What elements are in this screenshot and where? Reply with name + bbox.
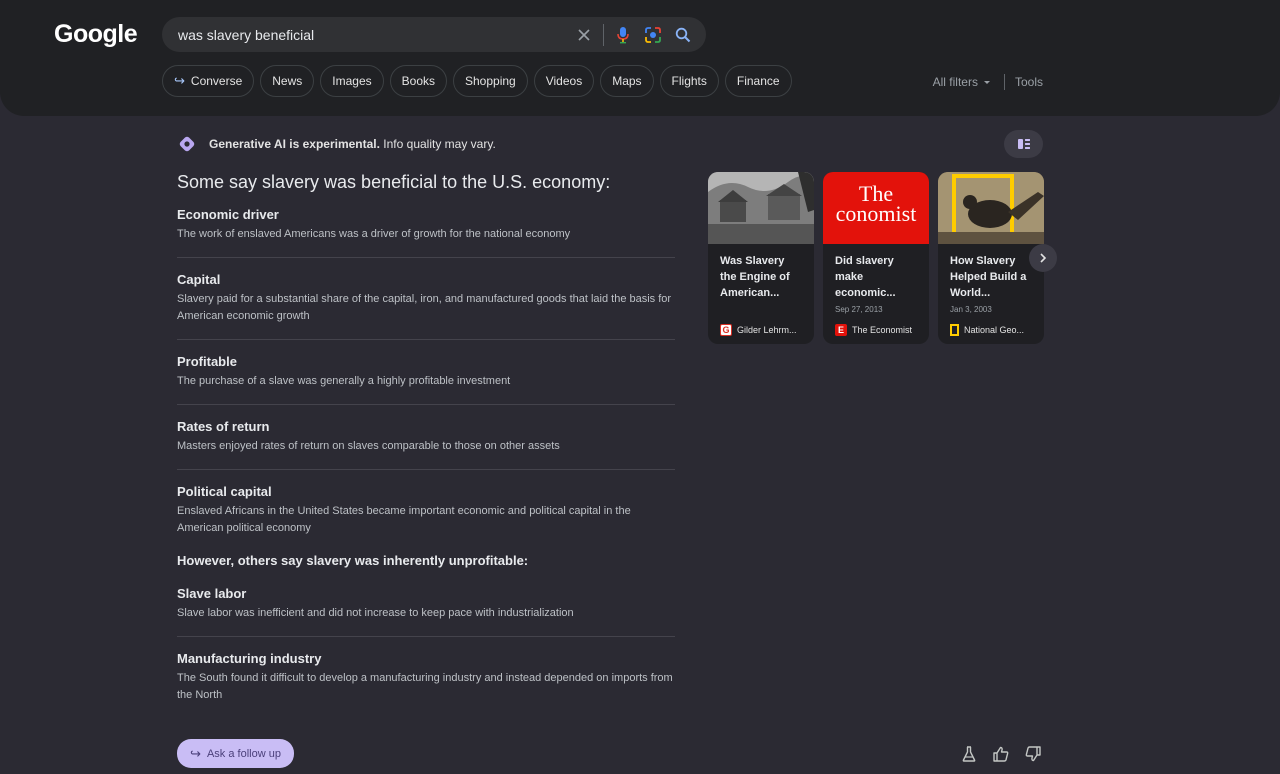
list-item: Manufacturing industry The South found i…: [177, 651, 675, 714]
search-icon[interactable]: [668, 17, 698, 52]
card-source: G Gilder Lehrm...: [720, 324, 797, 336]
card-thumbnail: The conomist: [823, 172, 929, 244]
economist-masthead: The conomist: [835, 181, 917, 226]
converse-arrow-icon: ↪: [174, 73, 185, 88]
tab-label: Converse: [190, 74, 243, 88]
feedback-icons: [960, 745, 1042, 763]
header: Google was slavery beneficial ↪ Converse…: [0, 0, 1280, 116]
point-text: Masters enjoyed rates of return on slave…: [177, 440, 560, 452]
card-source: E The Economist: [835, 324, 912, 336]
card-source-name: National Geo...: [964, 325, 1025, 335]
list-item: Rates of return Masters enjoyed rates of…: [177, 419, 675, 470]
layout-toggle-button[interactable]: [1004, 130, 1043, 158]
counter-heading: However, others say slavery was inherent…: [177, 553, 529, 568]
cards-next-button[interactable]: [1029, 244, 1057, 272]
card-source: National Geo...: [950, 324, 1024, 336]
search-bar[interactable]: [162, 17, 706, 52]
tab-images[interactable]: Images: [320, 65, 384, 97]
tab-converse[interactable]: ↪ Converse: [162, 65, 255, 97]
card-thumbnail: [708, 172, 814, 244]
point-title: Manufacturing industry: [177, 651, 322, 666]
tools-area: All filters Tools: [933, 74, 1043, 90]
ask-follow-up-button[interactable]: ↪ Ask a follow up: [177, 739, 294, 768]
gemini-sparkle-icon: [179, 136, 195, 152]
card-date: [708, 302, 814, 317]
gilder-lehrman-logo-icon: G: [720, 324, 732, 336]
point-text: Enslaved Africans in the United States b…: [177, 505, 631, 534]
layout-icon: [1017, 139, 1030, 149]
list-item: Capital Slavery paid for a substantial s…: [177, 272, 675, 340]
card-thumbnail: [938, 172, 1044, 244]
lens-icon[interactable]: [638, 17, 668, 52]
list-item: Economic driver The work of enslaved Ame…: [177, 207, 675, 258]
tab-flights[interactable]: Flights: [659, 65, 719, 97]
point-text: The work of enslaved Americans was a dri…: [177, 228, 571, 240]
google-logo[interactable]: Google: [54, 20, 138, 49]
tab-maps[interactable]: Maps: [600, 65, 654, 97]
caret-down-icon: [983, 81, 990, 84]
source-card[interactable]: Was Slavery the Engine of American... G …: [708, 172, 814, 344]
point-title: Slave labor: [177, 586, 247, 601]
tab-label: Images: [332, 74, 372, 88]
tab-label: Flights: [671, 74, 707, 88]
source-card[interactable]: The conomist Did slavery make economic..…: [823, 172, 929, 344]
labs-flask-icon[interactable]: [960, 745, 978, 763]
tab-label: Videos: [545, 74, 583, 88]
card-title: Was Slavery the Engine of American...: [720, 255, 790, 299]
ai-answer: Some say slavery was beneficial to the U…: [177, 172, 675, 714]
thumbs-up-icon[interactable]: [992, 745, 1010, 763]
tab-label: News: [272, 74, 303, 88]
card-date: Sep 27, 2013: [835, 305, 883, 314]
point-title: Profitable: [177, 354, 237, 369]
tab-label: Maps: [612, 74, 642, 88]
tab-shopping[interactable]: Shopping: [453, 65, 528, 97]
list-item: Slave labor Slave labor was inefficient …: [177, 586, 675, 637]
search-input[interactable]: [162, 17, 569, 52]
source-cards: Was Slavery the Engine of American... G …: [708, 172, 1044, 344]
microphone-icon[interactable]: [608, 17, 638, 52]
tab-label: Books: [401, 74, 435, 88]
point-text: The purchase of a slave was generally a …: [177, 375, 511, 387]
point-title: Economic driver: [177, 207, 279, 222]
point-text: Slave labor was inefficient and did not …: [177, 607, 574, 619]
thumbs-down-icon[interactable]: [1024, 745, 1042, 763]
tools-button[interactable]: Tools: [1015, 75, 1043, 89]
list-item: Political capital Enslaved Africans in t…: [177, 484, 675, 547]
card-source-name: Gilder Lehrm...: [737, 325, 797, 335]
tab-news[interactable]: News: [260, 65, 315, 97]
follow-up-arrow-icon: ↪: [190, 745, 201, 761]
economist-logo-icon: E: [835, 324, 847, 336]
point-text: The South found it difficult to develop …: [177, 672, 673, 701]
tab-videos[interactable]: Videos: [533, 65, 595, 97]
search-divider: [603, 23, 604, 46]
point-text: Slavery paid for a substantial share of …: [177, 293, 672, 322]
ai-banner-text: Generative AI is experimental. Info qual…: [209, 137, 496, 151]
list-item: Profitable The purchase of a slave was g…: [177, 354, 675, 405]
all-filters-button[interactable]: All filters: [933, 75, 1004, 89]
answer-heading: Some say slavery was beneficial to the U…: [177, 172, 611, 192]
national-geographic-logo-icon: [950, 324, 959, 336]
all-filters-label: All filters: [932, 75, 978, 89]
ai-banner: Generative AI is experimental. Info qual…: [177, 134, 496, 154]
card-source-name: The Economist: [852, 325, 913, 335]
chevron-right-icon: [1040, 253, 1047, 263]
point-title: Capital: [177, 272, 221, 287]
tab-label: Shopping: [465, 74, 516, 88]
point-title: Political capital: [177, 484, 272, 499]
point-title: Rates of return: [177, 419, 270, 434]
tab-label: Finance: [736, 74, 780, 88]
follow-up-label: Ask a follow up: [206, 747, 281, 760]
clear-icon[interactable]: [569, 17, 599, 52]
card-title: Did slavery make economic...: [835, 255, 896, 299]
tab-finance[interactable]: Finance: [724, 65, 792, 97]
card-title: How Slavery Helped Build a World...: [950, 255, 1027, 299]
tab-books[interactable]: Books: [389, 65, 447, 97]
tools-divider: [1003, 74, 1005, 90]
search-tabs: ↪ Converse News Images Books Shopping Vi…: [162, 65, 792, 97]
card-date: Jan 3, 2003: [950, 305, 992, 314]
